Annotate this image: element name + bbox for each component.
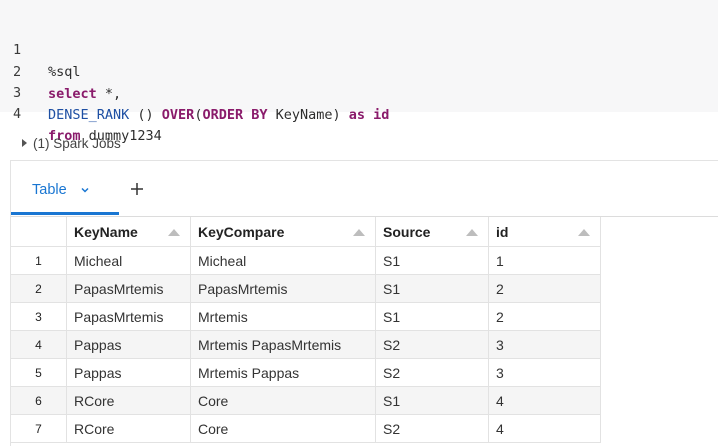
sort-icon[interactable] — [578, 228, 590, 236]
cell-id: 3 — [489, 359, 601, 387]
cell-keycompare: PapasMrtemis — [191, 275, 376, 303]
table-row: 1 Micheal Micheal S1 1 — [11, 247, 601, 275]
column-header-id[interactable]: id — [489, 217, 601, 247]
row-index: 4 — [11, 331, 67, 359]
cell-source: S2 — [376, 415, 489, 443]
cell-keycompare: Core — [191, 387, 376, 415]
cell-keyname: RCore — [67, 387, 191, 415]
cell-keycompare: Mrtemis — [191, 303, 376, 331]
column-header-keyname[interactable]: KeyName — [67, 217, 191, 247]
tab-table[interactable]: Table — [32, 180, 90, 200]
cell-id: 4 — [489, 415, 601, 443]
add-visualization-button[interactable] — [127, 179, 147, 199]
cell-keycompare: Micheal — [191, 247, 376, 275]
row-index: 5 — [11, 359, 67, 387]
row-index: 1 — [11, 247, 67, 275]
cell-source: S1 — [376, 275, 489, 303]
table-row: 5 Pappas Mrtemis Pappas S2 3 — [11, 359, 601, 387]
index-header — [11, 217, 67, 247]
cell-keycompare: Mrtemis Pappas — [191, 359, 376, 387]
row-index: 6 — [11, 387, 67, 415]
code-line: 3 DENSE_RANK () OVER(ORDER BY KeyName) a… — [0, 60, 389, 123]
sort-icon[interactable] — [168, 228, 180, 236]
code-text: DENSE_RANK () OVER(ORDER BY KeyName) as … — [48, 107, 390, 123]
row-index: 3 — [11, 303, 67, 331]
cell-keycompare: Core — [191, 415, 376, 443]
cell-keyname: Micheal — [67, 247, 191, 275]
active-tab-indicator — [11, 212, 119, 215]
tab-table-label: Table — [32, 182, 67, 198]
column-header-source[interactable]: Source — [376, 217, 489, 247]
expand-triangle-icon — [22, 139, 27, 147]
table-row: 4 Pappas Mrtemis PapasMrtemis S2 3 — [11, 331, 601, 359]
cell-keyname: Pappas — [67, 359, 191, 387]
cell-source: S1 — [376, 247, 489, 275]
cell-id: 3 — [489, 331, 601, 359]
code-line: 4 from dummy1234 — [0, 81, 162, 144]
cell-keyname: PapasMrtemis — [67, 275, 191, 303]
code-line: 2 select *, — [0, 39, 121, 102]
sort-icon[interactable] — [466, 228, 478, 236]
code-cell[interactable]: 1 %sql 2 select *, 3 DENSE_RANK () OVER(… — [0, 0, 718, 144]
cell-id: 1 — [489, 247, 601, 275]
code-line: 1 %sql — [0, 17, 81, 80]
column-header-keycompare[interactable]: KeyCompare — [191, 217, 376, 247]
cell-id: 2 — [489, 303, 601, 331]
code-text: %sql — [48, 64, 81, 80]
code-text: select *, — [48, 86, 122, 102]
plus-icon — [131, 183, 143, 195]
cell-id: 4 — [489, 387, 601, 415]
result-tab-bar: Table — [11, 161, 718, 217]
cell-keyname: RCore — [67, 415, 191, 443]
cell-id: 2 — [489, 275, 601, 303]
cell-source: S2 — [376, 331, 489, 359]
result-panel: Table KeyName KeyCompare Source id 1 Mic… — [10, 160, 718, 446]
table-row: 7 RCore Core S2 4 — [11, 415, 601, 443]
table-row: 3 PapasMrtemis Mrtemis S1 2 — [11, 303, 601, 331]
sort-icon[interactable] — [353, 228, 365, 236]
cell-keyname: Pappas — [67, 331, 191, 359]
line-number: 4 — [13, 106, 22, 122]
cell-keycompare: Mrtemis PapasMrtemis — [191, 331, 376, 359]
spark-jobs-label: (1) Spark Jobs — [33, 135, 121, 151]
cell-source: S1 — [376, 303, 489, 331]
table-header: KeyName KeyCompare Source id — [11, 217, 718, 247]
table-row: 2 PapasMrtemis PapasMrtemis S1 2 — [11, 275, 601, 303]
row-index: 7 — [11, 415, 67, 443]
table-row: 6 RCore Core S1 4 — [11, 387, 601, 415]
row-index: 2 — [11, 275, 67, 303]
cell-source: S2 — [376, 359, 489, 387]
spark-jobs-toggle[interactable]: (1) Spark Jobs — [22, 133, 121, 153]
chevron-down-icon[interactable] — [80, 185, 90, 195]
cell-source: S1 — [376, 387, 489, 415]
cell-keyname: PapasMrtemis — [67, 303, 191, 331]
